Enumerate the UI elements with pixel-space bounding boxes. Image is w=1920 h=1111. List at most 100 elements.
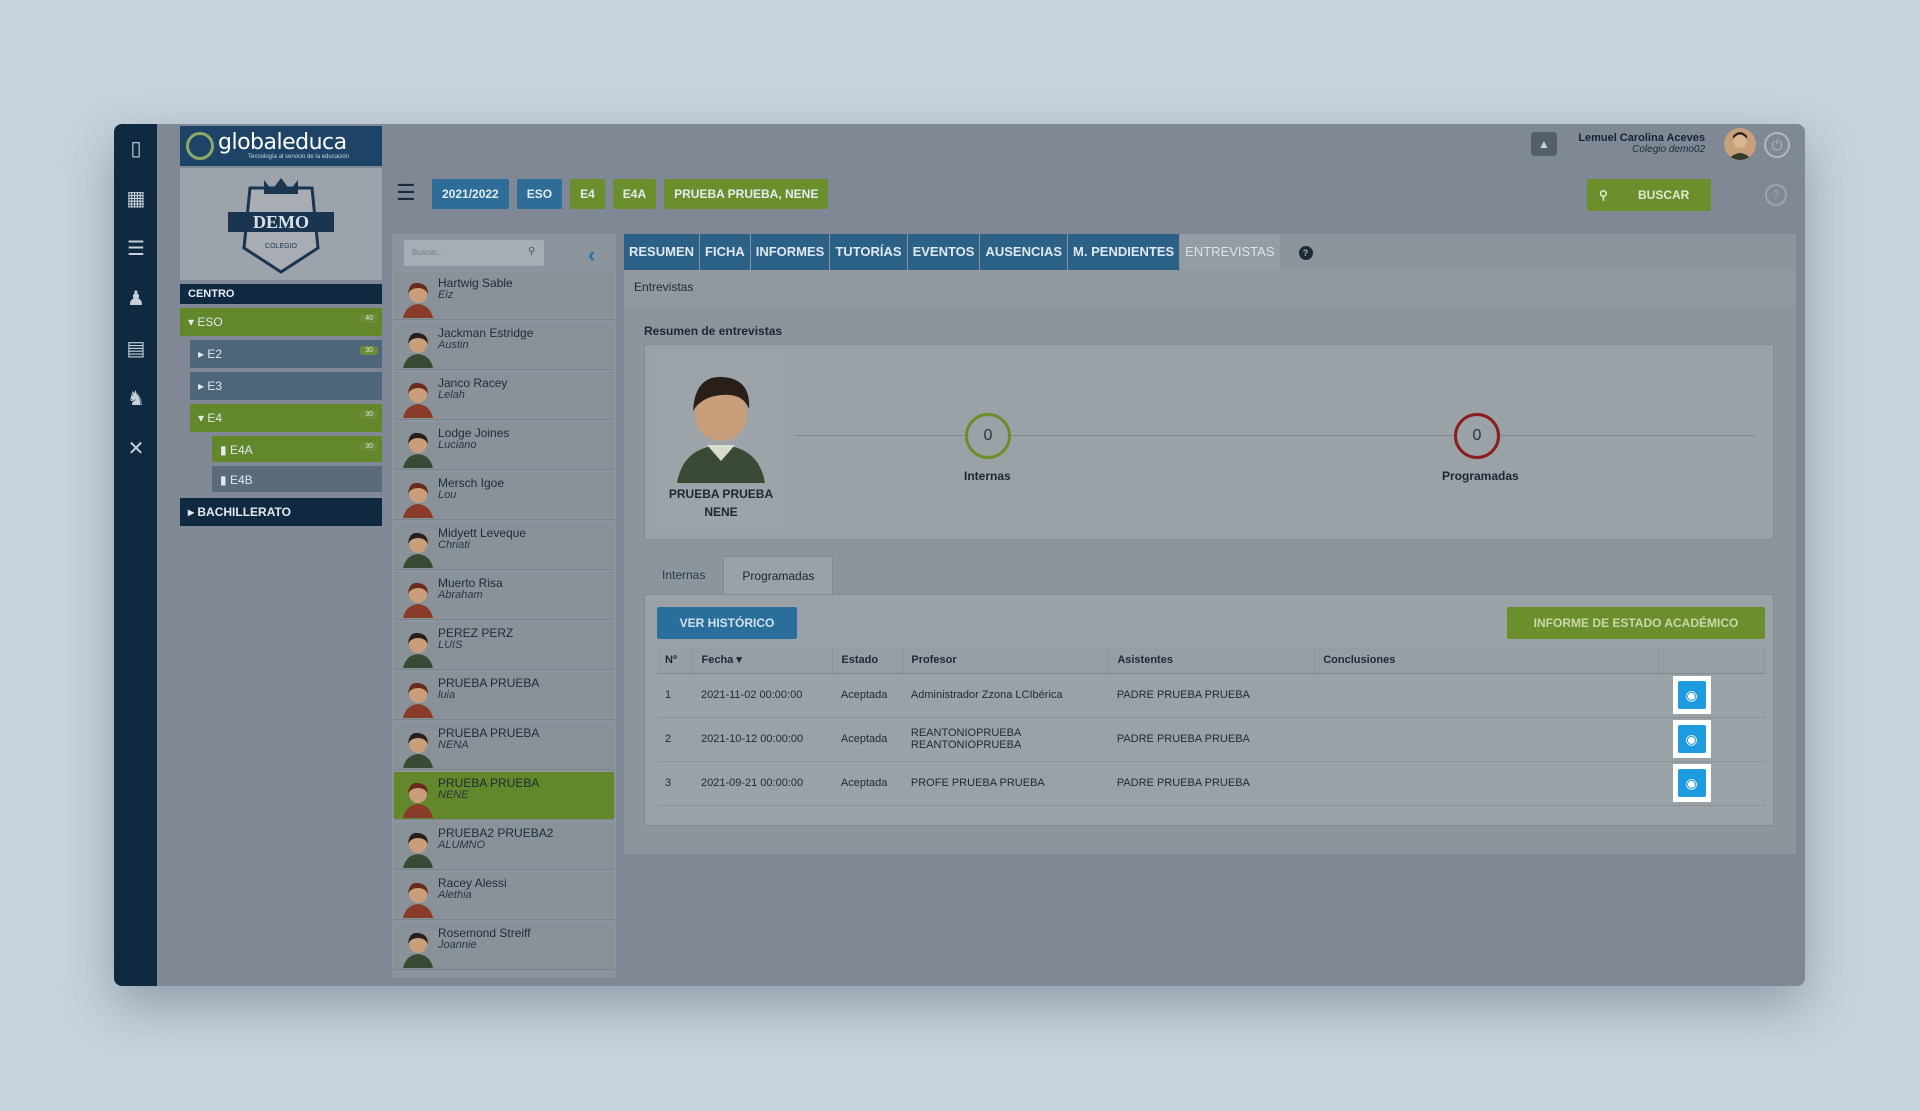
view-button[interactable]: ◉ xyxy=(1672,720,1711,758)
resumen-panel: PRUEBA PRUEBA NENE 0 Internas 0 Programad… xyxy=(644,344,1774,540)
cell-actions: ◉ xyxy=(1658,761,1765,806)
crest-shield-icon: DEMO COLEGIO xyxy=(228,178,334,274)
crumb-year[interactable]: 2021/2022 xyxy=(432,179,509,209)
tab-resumen[interactable]: RESUMEN xyxy=(624,234,700,270)
crumb-level[interactable]: ESO xyxy=(516,179,563,209)
tab-entrevistas[interactable]: ENTREVISTAS xyxy=(1180,234,1280,270)
subtab-bar: Internas Programadas xyxy=(644,556,834,594)
student-row[interactable]: Hartwig Sable Eiz xyxy=(394,272,614,320)
col-n[interactable]: Nº xyxy=(657,647,694,674)
student-row[interactable]: Mersch Igoe Lou xyxy=(394,472,614,520)
tree-node-e2[interactable]: ▸ E2 30 xyxy=(190,340,382,368)
tab-help-icon[interactable]: ? xyxy=(1298,246,1313,260)
tree-label: BACHILLERATO xyxy=(197,505,291,519)
people-icon[interactable]: ♟ xyxy=(123,286,149,312)
subtab-programadas[interactable]: Programadas xyxy=(723,556,834,594)
view-button[interactable]: ◉ xyxy=(1672,764,1711,802)
student-name: Muerto Risa xyxy=(438,576,503,590)
tree-count: 30 xyxy=(360,346,378,355)
student-avatar xyxy=(403,682,433,718)
student-row[interactable]: Muerto Risa Abraham xyxy=(394,572,614,620)
tree-count: 30 xyxy=(360,410,378,419)
student-firstname: NENE xyxy=(438,789,469,801)
tree-label: E4B xyxy=(229,473,253,487)
tree-node-e4a[interactable]: ▮ E4A 30 xyxy=(212,436,382,462)
student-name: PRUEBA PRUEBA xyxy=(438,676,540,690)
student-row[interactable]: PRUEBA PRUEBA luia xyxy=(394,672,614,720)
tree-node-e3[interactable]: ▸ E3 xyxy=(190,372,382,400)
student-row[interactable]: PRUEBA PRUEBA NENA xyxy=(394,722,614,770)
student-row[interactable]: Janco Racey Lelah xyxy=(394,372,614,420)
tree-node-e4b[interactable]: ▮ E4B xyxy=(212,466,382,492)
tree-node-bachillerato[interactable]: ▸ BACHILLERATO xyxy=(180,498,382,526)
student-row[interactable]: PRUEBA2 PRUEBA2 ALUMNO xyxy=(394,822,614,870)
col-asistentes[interactable]: Asistentes xyxy=(1108,647,1316,674)
cell-conclusiones xyxy=(1314,673,1659,718)
crumb-group[interactable]: E4A xyxy=(612,179,657,209)
crumb-student[interactable]: PRUEBA PRUEBA, NENE xyxy=(664,179,829,209)
search-button-label: BUSCAR xyxy=(1638,188,1690,202)
school-crest: DEMO COLEGIO xyxy=(180,168,382,280)
view-button[interactable]: ◉ xyxy=(1672,676,1711,714)
power-icon[interactable]: ⏻ xyxy=(1764,132,1790,158)
folder-icon: ▮ xyxy=(220,443,227,457)
centro-header[interactable]: CENTRO xyxy=(180,284,382,304)
tab-informes[interactable]: INFORMES xyxy=(750,234,830,270)
col-estado[interactable]: Estado xyxy=(832,647,904,674)
student-row[interactable]: Lodge Joines Luciano xyxy=(394,422,614,470)
app-logo[interactable]: globaleduca Tecnología al servicio de la… xyxy=(180,126,382,166)
student-firstname: Austin xyxy=(438,339,469,351)
student-search-input[interactable]: Buscar... xyxy=(404,240,544,266)
student-row[interactable]: Jackman Estridge Austin xyxy=(394,322,614,370)
bus-icon[interactable]: ▤ xyxy=(123,336,149,362)
student-row[interactable]: Rosemond Streiff Joannie xyxy=(394,922,614,970)
student-row[interactable]: PEREZ PERZ LUIS xyxy=(394,622,614,670)
tab-ficha[interactable]: FICHA xyxy=(700,234,750,270)
hamburger-menu-icon[interactable]: ☰ xyxy=(396,182,420,204)
cell-actions: ◉ xyxy=(1658,717,1765,762)
col-conclusiones[interactable]: Conclusiones xyxy=(1314,647,1659,674)
tree-node-e4[interactable]: ▾ E4 30 xyxy=(190,404,382,432)
student-avatar xyxy=(403,282,433,318)
app-window: ▯ ▦ ☰ ♟ ▤ ♞ ✕ globaleduca Tecnología al … xyxy=(114,124,1805,986)
collapse-chevron-icon[interactable]: ‹ xyxy=(588,242,595,268)
search-button[interactable]: ⚲ BUSCAR xyxy=(1587,179,1711,211)
family-icon[interactable]: ♞ xyxy=(123,386,149,412)
student-firstname: Luciano xyxy=(438,439,477,451)
network-icon[interactable]: ✕ xyxy=(123,436,149,462)
logo-subtitle: Tecnología al servicio de la educación xyxy=(248,154,350,160)
book-icon[interactable]: ▯ xyxy=(123,136,149,162)
user-avatar[interactable] xyxy=(1724,128,1756,160)
student-avatar xyxy=(403,582,433,618)
user-info: Lemuel Carolina Aceves Colegio demo02 xyxy=(1578,132,1705,155)
clipboard-icon[interactable]: ☰ xyxy=(123,236,149,262)
student-avatar xyxy=(403,782,433,818)
student-row[interactable]: Midyett Leveque Chriati xyxy=(394,522,614,570)
cell-fecha: 2021-09-21 00:00:00 xyxy=(692,761,833,806)
tree-count: 40 xyxy=(360,314,378,323)
student-firstname: Abraham xyxy=(438,589,483,601)
col-fecha[interactable]: Fecha ▾ xyxy=(692,647,834,674)
student-row[interactable]: Racey Alessi Alethia xyxy=(394,872,614,920)
folder-icon: ▮ xyxy=(220,473,227,487)
calendar-icon[interactable]: ▦ xyxy=(123,186,149,212)
tab-tutorias[interactable]: TUTORÍAS xyxy=(830,234,907,270)
school-icon[interactable]: ▲ xyxy=(1531,132,1557,156)
informe-estado-button[interactable]: INFORME DE ESTADO ACADÉMICO xyxy=(1507,607,1765,639)
ver-historico-button[interactable]: VER HISTÓRICO xyxy=(657,607,797,639)
crumb-course[interactable]: E4 xyxy=(570,179,605,209)
tab-pendientes[interactable]: M. PENDIENTES xyxy=(1068,234,1180,270)
student-name: Mersch Igoe xyxy=(438,476,505,490)
tab-ausencias[interactable]: AUSENCIAS xyxy=(980,234,1068,270)
student-name: PEREZ PERZ xyxy=(438,626,514,640)
student-name: Lodge Joines xyxy=(438,426,510,440)
student-avatar xyxy=(403,332,433,368)
student-name: Hartwig Sable xyxy=(438,276,513,290)
col-profesor[interactable]: Profesor xyxy=(902,647,1110,674)
tree-node-eso[interactable]: ▾ ESO 40 xyxy=(180,308,382,336)
help-icon[interactable]: ? xyxy=(1765,184,1787,206)
tab-eventos[interactable]: EVENTOS xyxy=(907,234,980,270)
subtab-internas[interactable]: Internas xyxy=(644,556,723,594)
student-row[interactable]: PRUEBA PRUEBA NENE xyxy=(394,772,614,820)
student-name: Racey Alessi xyxy=(438,876,507,890)
